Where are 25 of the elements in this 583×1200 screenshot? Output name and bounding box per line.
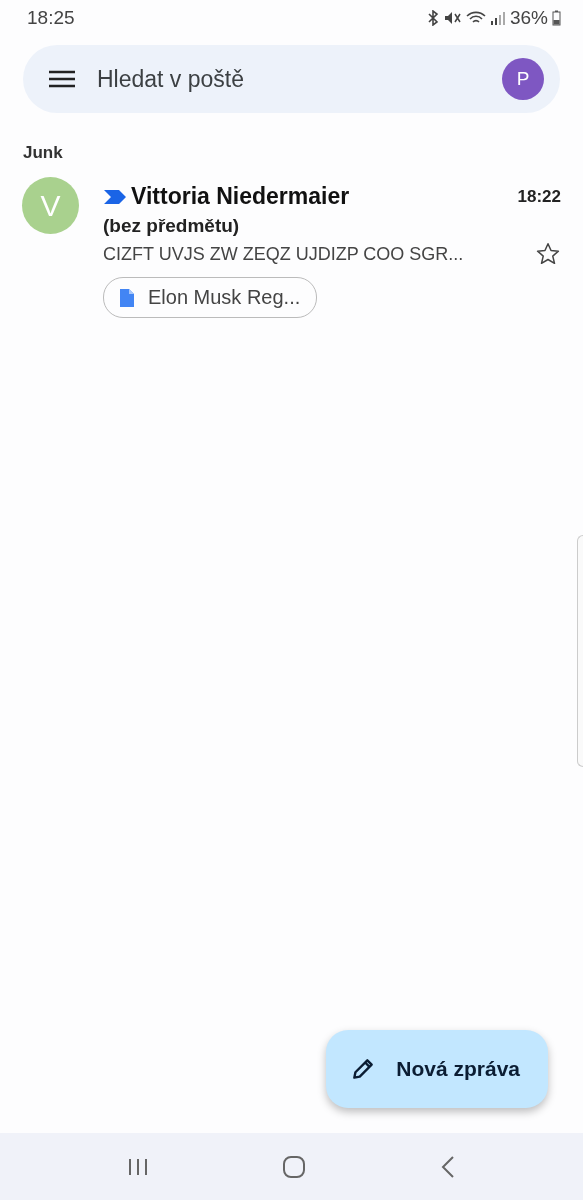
account-avatar[interactable]: P bbox=[502, 58, 544, 100]
document-icon bbox=[120, 288, 134, 307]
battery-icon bbox=[552, 10, 561, 26]
status-time: 18:25 bbox=[27, 7, 75, 29]
important-marker-icon[interactable] bbox=[103, 188, 127, 205]
attachment-chip[interactable]: Elon Musk Reg... bbox=[103, 277, 318, 318]
menu-icon[interactable] bbox=[49, 70, 75, 88]
star-icon[interactable] bbox=[535, 241, 561, 267]
sender-name: Vittoria Niedermaier bbox=[131, 183, 351, 210]
sender-avatar: V bbox=[22, 177, 79, 234]
mute-icon bbox=[443, 10, 462, 26]
email-time: 18:22 bbox=[517, 186, 561, 207]
compose-button[interactable]: Nová zpráva bbox=[326, 1030, 548, 1108]
email-snippet: CIZFT UVJS ZW ZEQZ UJDIZP COO SGR... bbox=[103, 243, 464, 265]
email-subject: (bez předmětu) bbox=[103, 215, 241, 237]
email-row[interactable]: V Vittoria Niedermaier 18:22 (bez předmětu) CIZFT UVJS ZW ZEQZ UJDIZP COO SGR... Elon Musk Reg... bbox=[0, 163, 583, 328]
signal-icon bbox=[489, 10, 506, 26]
bluetooth-icon bbox=[425, 10, 440, 26]
back-icon[interactable] bbox=[440, 1154, 457, 1179]
recent-apps-icon[interactable] bbox=[126, 1156, 149, 1177]
battery-percent: 36% bbox=[509, 7, 548, 29]
folder-label: Junk bbox=[23, 143, 64, 163]
search-field[interactable]: Hledat v poště P bbox=[23, 45, 560, 113]
home-icon[interactable] bbox=[282, 1154, 307, 1179]
edge-handle[interactable] bbox=[577, 535, 583, 767]
